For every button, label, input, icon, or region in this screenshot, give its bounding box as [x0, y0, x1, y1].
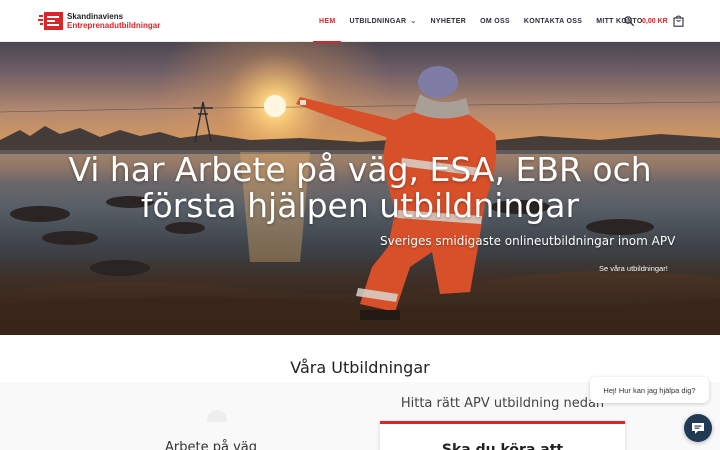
cart-button[interactable]: 0,00 KR: [642, 13, 684, 29]
nav-label: MITT KONTO: [596, 17, 643, 25]
find-course-title: Hitta rätt APV utbildning nedan: [400, 396, 605, 411]
nav-label: KONTAKTA OSS: [523, 17, 583, 25]
chat-icon: [692, 423, 704, 434]
nav-label: UTBILDNINGAR: [349, 17, 407, 25]
section-title: Våra Utbildningar: [290, 358, 430, 377]
course-finder-card[interactable]: Ska du köra att: [380, 421, 625, 450]
hero-banner: Vi har Arbete på väg, ESA, EBR och först…: [0, 42, 720, 335]
main-nav: HEM UTBILDNINGAR ⌄ NYHETER OM OSS KONTAK…: [312, 0, 650, 43]
nav-label: HEM: [319, 17, 336, 25]
cart-total: 0,00 KR: [642, 17, 668, 25]
nav-item-utbildningar[interactable]: UTBILDNINGAR ⌄: [342, 0, 423, 42]
nav-item-nyheter[interactable]: NYHETER: [424, 0, 474, 42]
logo-line-2: Entreprenadutbildningar: [67, 21, 161, 30]
course-finder-heading: Ska du köra att: [441, 442, 564, 450]
logo-icon: [38, 12, 63, 30]
hero-title: Vi har Arbete på väg, ESA, EBR och först…: [68, 150, 652, 225]
site-logo[interactable]: Skandinaviens Entreprenadutbildningar: [38, 10, 160, 32]
nav-label: OM OSS: [480, 17, 510, 25]
hero-subtitle: Sveriges smidigaste onlineutbildningar i…: [380, 234, 676, 248]
nav-label: NYHETER: [430, 17, 467, 25]
chat-greeting-bubble[interactable]: Hej! Hur kan jag hjälpa dig?: [590, 377, 709, 403]
nav-item-kontakta-oss[interactable]: KONTAKTA OSS: [517, 0, 589, 42]
nav-item-om-oss[interactable]: OM OSS: [473, 0, 517, 42]
shopping-bag-icon: [673, 15, 684, 27]
chat-greeting-text: Hej! Hur kan jag hjälpa dig?: [603, 385, 696, 395]
page: Skandinaviens Entreprenadutbildningar HE…: [0, 0, 720, 450]
site-header: Skandinaviens Entreprenadutbildningar HE…: [0, 0, 720, 43]
chat-open-button[interactable]: [684, 414, 712, 442]
search-icon[interactable]: [624, 16, 634, 26]
nav-item-hem[interactable]: HEM: [312, 0, 342, 43]
logo-text: Skandinaviens Entreprenadutbildningar: [67, 12, 160, 30]
logo-line-1: Skandinaviens: [67, 12, 124, 21]
nav-item-mitt-konto[interactable]: MITT KONTO: [589, 0, 649, 42]
course-title-partial[interactable]: Arbete på väg: [165, 440, 257, 450]
hero-cta-link[interactable]: Se våra utbildningar!: [599, 264, 668, 273]
chevron-down-icon: ⌄: [410, 18, 417, 25]
